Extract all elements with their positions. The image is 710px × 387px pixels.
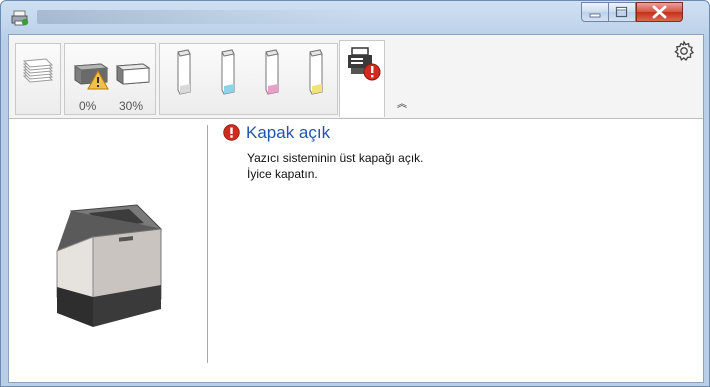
toner-yellow-icon — [309, 49, 323, 95]
maximize-button[interactable] — [609, 2, 636, 22]
printer-status-window: 0% 30% ︽ Kapak açık Yazıcı sisteminin üs… — [0, 0, 710, 387]
printer-warning-icon — [348, 47, 381, 81]
toner-cyan-icon — [221, 49, 235, 95]
minimize-button[interactable] — [581, 2, 609, 22]
paper-tray-2-icon — [115, 63, 151, 85]
tray-2-level: 30% — [119, 99, 144, 113]
status-toolbar: 0% 30% ︽ — [9, 35, 703, 119]
status-title: Kapak açık — [246, 123, 331, 142]
title-bar[interactable] — [1, 1, 709, 35]
panel-divider — [207, 125, 208, 363]
printer-image — [56, 204, 163, 327]
gear-icon[interactable] — [673, 40, 695, 62]
warning-icon — [87, 70, 109, 90]
maximize-icon — [615, 6, 628, 18]
collapse-toggle[interactable]: ︽ — [397, 95, 407, 110]
minimize-icon — [589, 13, 601, 18]
status-message-line-2: İyice kapatın. — [247, 167, 318, 181]
tab-jobs[interactable] — [15, 43, 61, 115]
toner-magenta-icon — [265, 49, 279, 95]
tab-toner[interactable] — [159, 43, 338, 115]
printer-app-icon — [11, 10, 29, 26]
close-button[interactable] — [636, 2, 683, 22]
status-panel: Kapak açık Yazıcı sisteminin üst kapağı … — [9, 119, 703, 382]
paper-stack-icon — [22, 58, 54, 83]
window-title — [37, 10, 367, 24]
error-icon — [223, 124, 240, 141]
tray-1-level: 0% — [79, 99, 97, 113]
client-area: 0% 30% ︽ Kapak açık Yazıcı sisteminin üs… — [8, 34, 704, 383]
tab-paper-trays[interactable]: 0% 30% — [64, 43, 156, 115]
close-icon — [652, 5, 667, 19]
status-message-line-1: Yazıcı sisteminin üst kapağı açık. — [247, 151, 424, 165]
tab-device[interactable] — [339, 40, 385, 117]
toner-black-icon — [177, 49, 191, 95]
